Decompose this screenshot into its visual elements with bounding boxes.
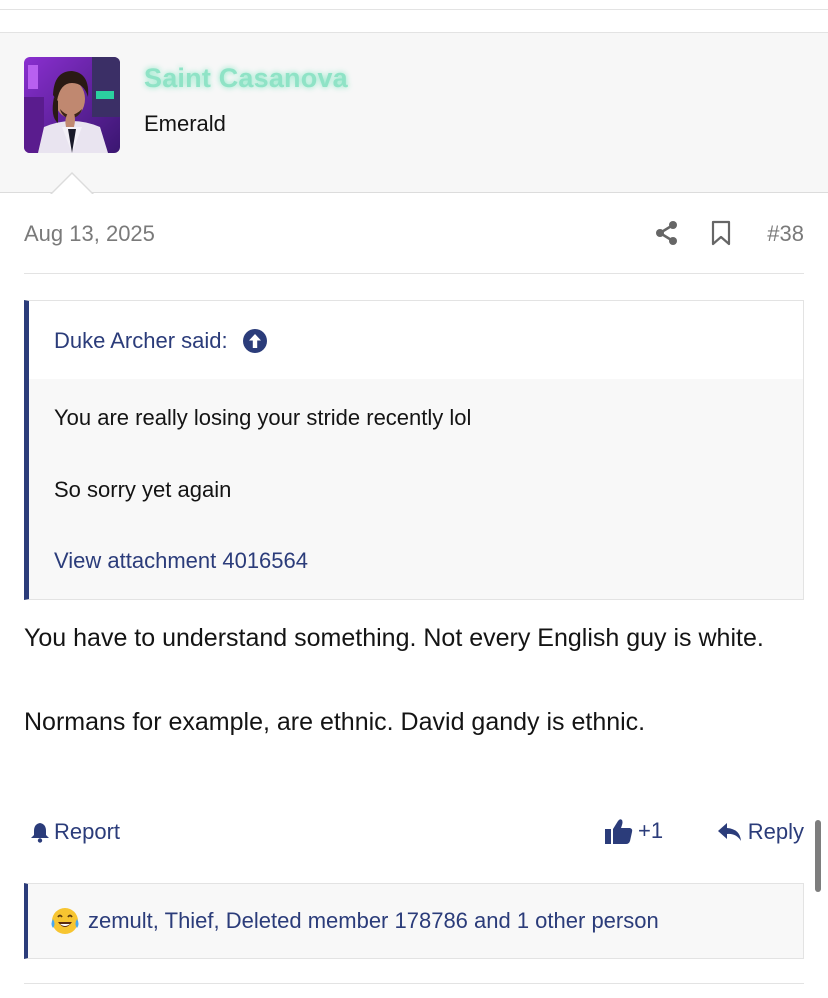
post-actions: Report +1 Reply [24, 815, 804, 855]
like-count: +1 [638, 818, 664, 843]
scrollbar-thumb[interactable] [815, 820, 821, 892]
laughing-tears-icon [51, 908, 79, 934]
bookmark-icon[interactable] [710, 220, 732, 246]
quote-author-label: Duke Archer said: [54, 328, 228, 353]
author-pointer [51, 174, 93, 195]
like-button[interactable]: +1 [604, 817, 663, 845]
reply-icon [717, 823, 741, 841]
post-author-block: Saint Casanova Emerald [0, 32, 828, 195]
post-paragraph: Normans for example, are ethnic. David g… [24, 708, 646, 736]
thumbs-up-icon [605, 819, 633, 844]
quote-author-link[interactable]: Duke Archer said: [54, 328, 268, 354]
post-paragraph: You have to understand something. Not ev… [24, 624, 764, 652]
meta-divider [24, 273, 804, 274]
avatar[interactable] [24, 57, 120, 153]
attachment-link[interactable]: View attachment 4016564 [54, 548, 308, 574]
post-date[interactable]: Aug 13, 2025 [24, 221, 155, 247]
reactions-bar[interactable]: zemult, Thief, Deleted member 178786 and… [24, 883, 804, 959]
reactions-text[interactable]: zemult, Thief, Deleted member 178786 and… [88, 908, 659, 934]
share-icon[interactable] [654, 220, 680, 246]
quote-header: Duke Archer said: [29, 301, 803, 379]
reply-label: Reply [747, 819, 804, 844]
report-label: Report [54, 819, 121, 844]
username[interactable]: Saint Casanova [144, 63, 348, 94]
quote-text-line: You are really losing your stride recent… [54, 405, 472, 430]
bell-icon [31, 823, 49, 843]
quote-block: Duke Archer said: You are really losing … [24, 300, 804, 600]
jump-to-quote-icon[interactable] [242, 328, 268, 354]
reply-button[interactable]: Reply [717, 819, 804, 845]
post-body: You have to understand something. Not ev… [24, 617, 809, 743]
post-meta-row: Aug 13, 2025 #38 [24, 216, 804, 252]
previous-post-edge [0, 0, 828, 10]
quote-text-line: So sorry yet again [54, 477, 232, 502]
report-button[interactable]: Report [29, 819, 120, 845]
user-title: Emerald [144, 111, 226, 136]
post-number-link[interactable]: #38 [767, 221, 804, 247]
post-bottom-divider [24, 983, 804, 984]
